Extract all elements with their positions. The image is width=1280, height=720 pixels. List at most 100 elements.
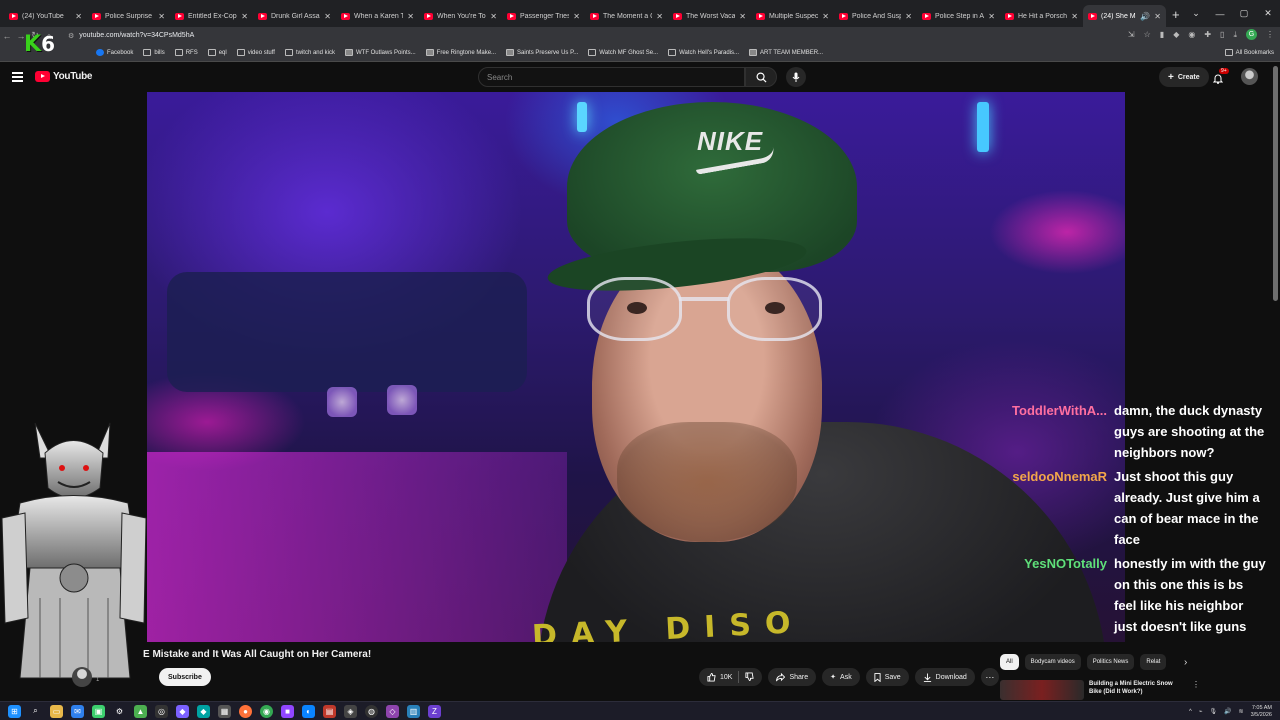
chip-related[interactable]: Relat xyxy=(1140,654,1167,670)
browser-tab[interactable]: Passenger Tries to✕ xyxy=(502,5,585,27)
browser-tab-active[interactable]: (24) She Made 🔊 ✕ xyxy=(1083,5,1166,27)
sidebar-icon[interactable]: ▯ xyxy=(1220,30,1224,39)
video-player[interactable]: NIKE DAY DISO xyxy=(147,92,1125,642)
chevron-right-icon[interactable]: › xyxy=(1184,657,1187,668)
chrome-icon[interactable]: ◉ xyxy=(260,704,273,718)
network-icon[interactable]: ⌁ xyxy=(1199,708,1203,715)
install-icon[interactable]: ⇲ xyxy=(1128,30,1135,39)
obs-icon[interactable]: ◍ xyxy=(365,704,378,718)
menu-kebab-icon[interactable]: ⋮ xyxy=(1266,30,1274,39)
app-icon[interactable]: ◆ xyxy=(176,704,189,718)
settings-icon[interactable]: ⚙ xyxy=(113,705,126,718)
channel-avatar[interactable] xyxy=(72,667,92,687)
close-icon[interactable]: ✕ xyxy=(241,12,248,21)
steam-icon[interactable]: ◎ xyxy=(155,704,168,718)
tab-search-icon[interactable]: ⌄ xyxy=(1184,0,1208,27)
app-icon[interactable]: ▤ xyxy=(323,704,336,718)
close-icon[interactable]: ✕ xyxy=(905,12,912,21)
search-input[interactable]: Search xyxy=(478,67,745,87)
close-icon[interactable]: ✕ xyxy=(324,12,331,21)
download-button[interactable]: Download xyxy=(914,668,975,686)
chevron-up-icon[interactable]: ^ xyxy=(1189,709,1192,715)
app-icon[interactable]: ◆ xyxy=(197,704,210,718)
downloads-icon[interactable]: ⤓ xyxy=(1233,30,1237,40)
speaker-icon[interactable]: 🔊 xyxy=(1140,12,1150,21)
ask-button[interactable]: ✦ Ask xyxy=(822,668,860,686)
voice-search-button[interactable] xyxy=(786,67,806,87)
kebab-menu-icon[interactable]: ⋮ xyxy=(1192,680,1200,700)
create-button[interactable]: + Create xyxy=(1159,67,1209,87)
microphone-icon[interactable]: 🎙 xyxy=(1209,708,1217,715)
bookmark-item[interactable]: Watch MF Ghost Se... xyxy=(588,49,658,56)
app-icon[interactable]: ▥ xyxy=(407,704,420,718)
browser-tab[interactable]: Multiple Suspects✕ xyxy=(751,5,834,27)
dislike-button[interactable] xyxy=(745,671,755,683)
site-settings-icon[interactable]: ⚙ xyxy=(68,32,74,40)
extension-icon[interactable]: ◉ xyxy=(1188,30,1195,39)
browser-tab[interactable]: Police And Suspe✕ xyxy=(834,5,917,27)
youtube-logo[interactable]: YouTube xyxy=(35,71,93,82)
app-icon[interactable]: ▦ xyxy=(218,704,231,718)
browser-tab[interactable]: Police Surprise Fa ✕ xyxy=(87,5,170,27)
bookmark-item[interactable]: Facebook xyxy=(96,49,133,56)
bookmark-item[interactable]: Free Ringtone Make... xyxy=(425,49,496,56)
close-icon[interactable]: ✕ xyxy=(1071,12,1078,21)
firefox-icon[interactable]: ● xyxy=(239,704,252,718)
windows-start-icon[interactable]: ⊞ xyxy=(8,704,21,718)
search-button[interactable] xyxy=(745,67,777,87)
app-icon[interactable]: ■ xyxy=(281,704,294,718)
chip-all[interactable]: All xyxy=(1000,654,1019,670)
close-icon[interactable]: ✕ xyxy=(75,12,82,21)
search-icon[interactable]: ⌕ xyxy=(29,705,42,718)
browser-tab[interactable]: The Moment a Cr ✕ xyxy=(585,5,668,27)
file-explorer-icon[interactable]: ▭ xyxy=(50,704,63,718)
back-icon[interactable]: ← xyxy=(0,31,14,41)
more-actions-icon[interactable]: ⋯ xyxy=(980,668,999,686)
browser-tab[interactable]: Police Step in Aft ✕ xyxy=(917,5,1000,27)
bookmark-folder[interactable]: bills xyxy=(143,49,165,56)
like-button[interactable]: 10K xyxy=(707,672,732,682)
close-icon[interactable]: ✕ xyxy=(739,12,746,21)
extension-icon[interactable]: ◆ xyxy=(1173,30,1179,39)
minimize-icon[interactable]: — xyxy=(1208,0,1232,27)
browser-tab[interactable]: (24) YouTube ✕ xyxy=(4,5,87,27)
close-icon[interactable]: ✕ xyxy=(490,12,497,21)
bookmark-item[interactable]: ART TEAM MEMBER... xyxy=(749,49,823,56)
close-icon[interactable]: ✕ xyxy=(988,12,995,21)
recommended-video-title[interactable]: Building a Mini Electric Snow Bike (Did … xyxy=(1089,680,1184,700)
menu-hamburger-icon[interactable] xyxy=(12,72,23,84)
app-icon[interactable]: ▲ xyxy=(134,704,147,718)
browser-tab[interactable]: Drunk Girl Assault ✕ xyxy=(253,5,336,27)
subscribe-button[interactable]: Subscribe xyxy=(159,668,211,686)
recommended-video[interactable]: Building a Mini Electric Snow Bike (Did … xyxy=(1000,680,1200,700)
extensions-puzzle-icon[interactable]: ✚ xyxy=(1204,30,1211,39)
close-icon[interactable]: ✕ xyxy=(158,12,165,21)
clock[interactable]: 7:05 AM 3/5/2026 xyxy=(1251,705,1272,719)
all-bookmarks-folder[interactable]: All Bookmarks xyxy=(1224,49,1274,56)
close-icon[interactable]: ✕ xyxy=(1154,12,1161,21)
notifications-button[interactable]: 9+ xyxy=(1212,68,1229,89)
app-icon[interactable]: ▣ xyxy=(92,704,105,718)
profile-avatar[interactable]: G xyxy=(1246,29,1257,40)
bookmark-item[interactable]: WTF Outlaws Points... xyxy=(344,49,416,56)
new-tab-button[interactable]: + xyxy=(1172,7,1180,22)
video-thumbnail[interactable] xyxy=(1000,680,1084,700)
bookmark-item[interactable]: Saints Preserve Us P... xyxy=(506,49,578,56)
bookmark-folder[interactable]: eql xyxy=(207,49,227,56)
bookmark-folder[interactable]: RFS xyxy=(174,49,198,56)
wifi-icon[interactable]: ≋ xyxy=(1239,708,1244,715)
bookmark-folder[interactable]: video stuff xyxy=(236,49,275,56)
chip-bodycam[interactable]: Bodycam videos xyxy=(1024,654,1081,670)
browser-tab[interactable]: The Worst Vacatio✕ xyxy=(668,5,751,27)
browser-tab[interactable]: When a Karen Tri ✕ xyxy=(336,5,419,27)
close-icon[interactable]: ✕ xyxy=(573,12,580,21)
browser-tab[interactable]: He Hit a Porsche ✕ xyxy=(1000,5,1083,27)
share-button[interactable]: Share xyxy=(768,668,817,686)
close-icon[interactable]: ✕ xyxy=(822,12,829,21)
close-window-icon[interactable]: ✕ xyxy=(1256,0,1280,27)
bookmark-item[interactable]: Watch Hell's Paradis... xyxy=(668,49,739,56)
maximize-icon[interactable]: ▢ xyxy=(1232,0,1256,27)
app-icon[interactable]: ◐ xyxy=(302,704,315,718)
save-button[interactable]: Save xyxy=(865,668,909,686)
page-scrollbar[interactable] xyxy=(1273,66,1278,301)
